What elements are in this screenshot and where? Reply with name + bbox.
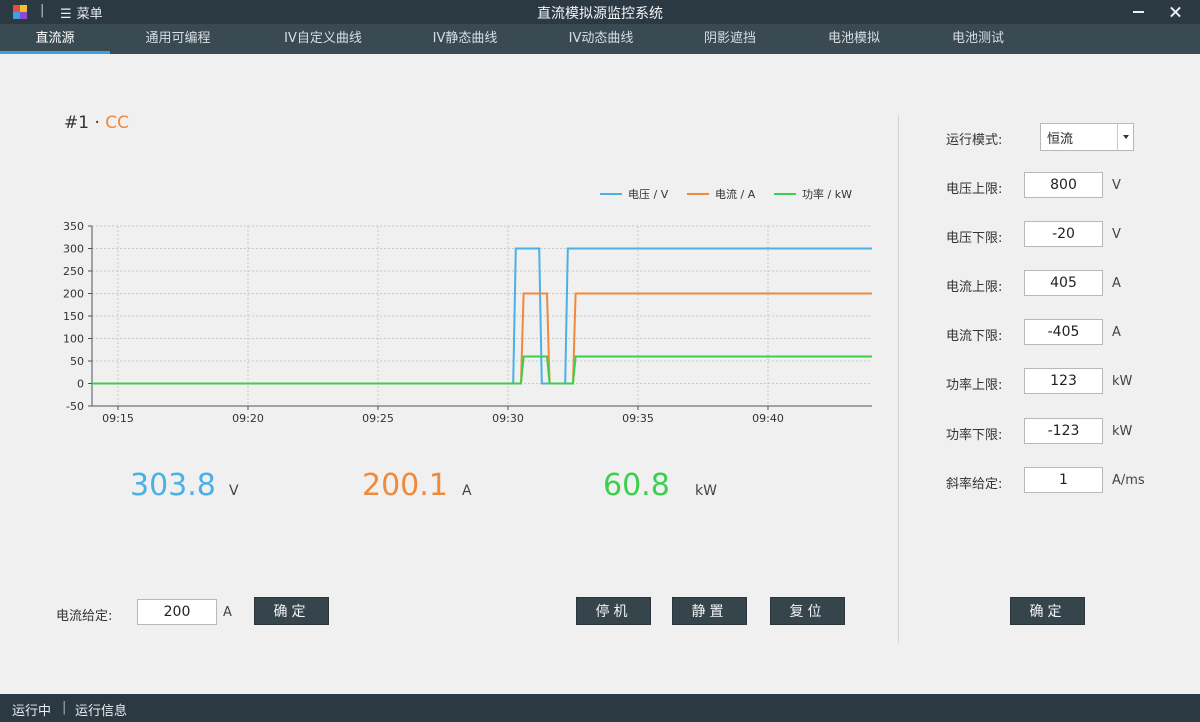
run-mode-value: 恒流 [1047, 132, 1074, 147]
voltage-upper-input[interactable]: 800 [1024, 172, 1103, 198]
tab-general-programmable[interactable]: 通用可编程 [122, 24, 234, 54]
current-setpoint-label: 电流给定: [56, 609, 113, 624]
slope-setpoint-input[interactable]: 1 [1024, 467, 1103, 493]
y-tick-label: 100 [63, 333, 84, 346]
slope-setpoint-label: 斜率给定: [946, 477, 1003, 492]
tab-iv-custom-curve[interactable]: IV自定义曲线 [262, 24, 384, 54]
power-readout: 60.8 [603, 468, 670, 503]
current-setpoint-confirm-button[interactable]: 确定 [254, 597, 329, 625]
stop-button[interactable]: 停机 [576, 597, 651, 625]
current-setpoint-input[interactable]: 200 [137, 599, 217, 625]
x-tick-label: 09:35 [622, 412, 654, 425]
reset-button[interactable]: 复位 [770, 597, 845, 625]
power-upper-label: 功率上限: [946, 378, 1003, 393]
current-lower-unit: A [1112, 325, 1121, 340]
minimize-icon[interactable] [1128, 0, 1152, 24]
menu-button[interactable]: ☰ 菜单 [60, 3, 103, 22]
title-separator: | [40, 3, 45, 18]
x-tick-label: 09:15 [102, 412, 134, 425]
tab-iv-static-curve[interactable]: IV静态曲线 [408, 24, 522, 54]
status-bar: 运行中 | 运行信息 [0, 694, 1200, 722]
channel-mode: CC [105, 113, 130, 133]
legend-label-1: 电流 / A [715, 187, 756, 201]
hamburger-menu-icon: ☰ [60, 7, 72, 22]
power-upper-input[interactable]: 123 [1024, 368, 1103, 394]
title-bar: | ☰ 菜单 直流模拟源监控系统 [0, 0, 1200, 24]
current-upper-input[interactable]: 405 [1024, 270, 1103, 296]
settings-confirm-button[interactable]: 确定 [1010, 597, 1085, 625]
app-logo-icon [13, 5, 27, 19]
power-lower-unit: kW [1112, 424, 1133, 439]
power-lower-input[interactable]: -123 [1024, 418, 1103, 444]
power-unit: kW [695, 483, 717, 499]
tab-dc-source[interactable]: 直流源 [0, 24, 110, 54]
channel-id: #1 [64, 113, 90, 133]
channel-title: #1 · CC [64, 113, 129, 133]
monitor-line-chart: -50 0 50 100 150 200 250 300 350 09:15 09:20 09:25 0… [63, 187, 872, 425]
chevron-down-icon [1117, 124, 1133, 150]
y-tick-label: -50 [66, 400, 84, 413]
x-tick-label: 09:25 [362, 412, 394, 425]
active-tab-indicator [0, 51, 110, 54]
current-unit: A [462, 483, 472, 499]
idle-button[interactable]: 静置 [672, 597, 747, 625]
current-lower-label: 电流下限: [946, 329, 1003, 344]
status-separator: | [62, 700, 67, 715]
y-tick-label: 0 [77, 378, 84, 391]
run-info-link[interactable]: 运行信息 [75, 700, 127, 719]
tab-iv-dynamic-curve[interactable]: IV动态曲线 [544, 24, 658, 54]
voltage-lower-input[interactable]: -20 [1024, 221, 1103, 247]
y-tick-label: 250 [63, 265, 84, 278]
run-state-text: 运行中 [12, 704, 52, 719]
y-tick-label: 200 [63, 288, 84, 301]
y-tick-label: 50 [70, 355, 84, 368]
y-tick-label: 300 [63, 243, 84, 256]
slope-setpoint-unit: A/ms [1112, 473, 1145, 488]
menu-label: 菜单 [76, 7, 103, 22]
channel-separator: · [94, 113, 100, 133]
x-tick-label: 09:40 [752, 412, 784, 425]
tab-bar: 直流源 通用可编程 IV自定义曲线 IV静态曲线 IV动态曲线 阴影遮挡 电池模… [0, 24, 1200, 54]
current-setpoint-unit: A [223, 605, 232, 620]
run-mode-label: 运行模式: [946, 133, 1003, 148]
panel-divider [898, 115, 899, 643]
tab-battery-sim[interactable]: 电池模拟 [804, 24, 904, 54]
current-upper-unit: A [1112, 276, 1121, 291]
run-mode-select[interactable]: 恒流 [1040, 123, 1134, 151]
power-lower-label: 功率下限: [946, 428, 1003, 443]
power-upper-unit: kW [1112, 374, 1133, 389]
y-tick-label: 150 [63, 310, 84, 323]
close-icon[interactable] [1164, 0, 1188, 24]
voltage-unit: V [229, 483, 239, 499]
voltage-lower-unit: V [1112, 227, 1121, 242]
current-readout: 200.1 [362, 468, 448, 503]
tab-battery-test[interactable]: 电池测试 [928, 24, 1028, 54]
legend-label-2: 功率 / kW [802, 187, 852, 201]
voltage-upper-label: 电压上限: [946, 182, 1003, 197]
legend-label-0: 电压 / V [628, 188, 669, 201]
current-upper-label: 电流上限: [946, 280, 1003, 295]
voltage-upper-unit: V [1112, 178, 1121, 193]
window-title: 直流模拟源监控系统 [537, 6, 663, 22]
x-tick-label: 09:30 [492, 412, 524, 425]
current-lower-input[interactable]: -405 [1024, 319, 1103, 345]
x-tick-label: 09:20 [232, 412, 264, 425]
voltage-readout: 303.8 [130, 468, 216, 503]
voltage-lower-label: 电压下限: [946, 231, 1003, 246]
tab-shading[interactable]: 阴影遮挡 [680, 24, 780, 54]
y-tick-label: 350 [63, 220, 84, 233]
